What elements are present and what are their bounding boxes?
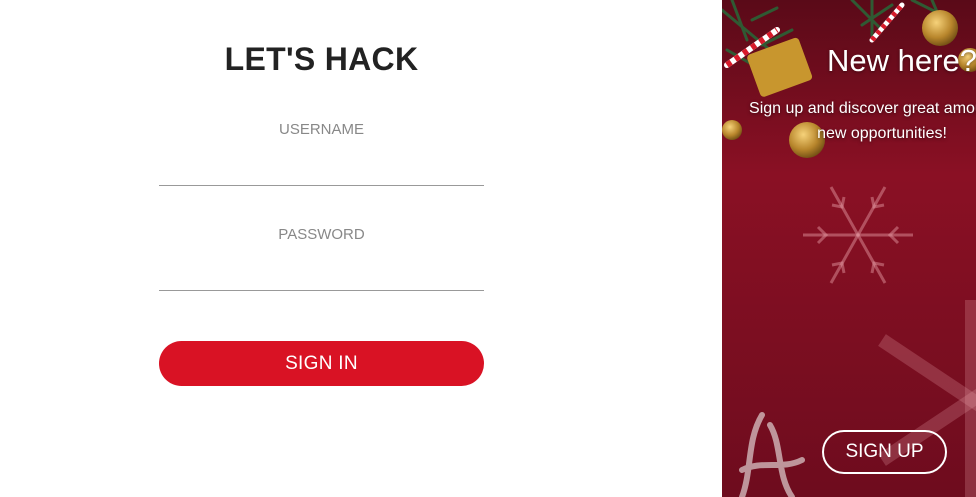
password-label: PASSWORD [278,226,365,243]
username-input[interactable] [159,157,484,186]
signup-button[interactable]: SIGN UP [822,430,947,474]
promo-title: New here? [827,43,976,78]
signup-promo-panel: New here? Sign up and discover great amo… [722,0,976,497]
page: LET'S HACK USERNAME PASSWORD SIGN IN New… [0,0,976,497]
christmas-ornament-decoration [722,120,742,140]
signin-panel: LET'S HACK USERNAME PASSWORD SIGN IN [0,0,722,497]
password-input[interactable] [159,262,484,291]
username-label: USERNAME [278,121,364,138]
promo-description: Sign up and discover great amount of new… [749,100,976,142]
signin-button[interactable]: SIGN IN [159,341,484,386]
christmas-ornament-decoration [922,10,958,46]
form-title: LET'S HACK [224,41,419,77]
